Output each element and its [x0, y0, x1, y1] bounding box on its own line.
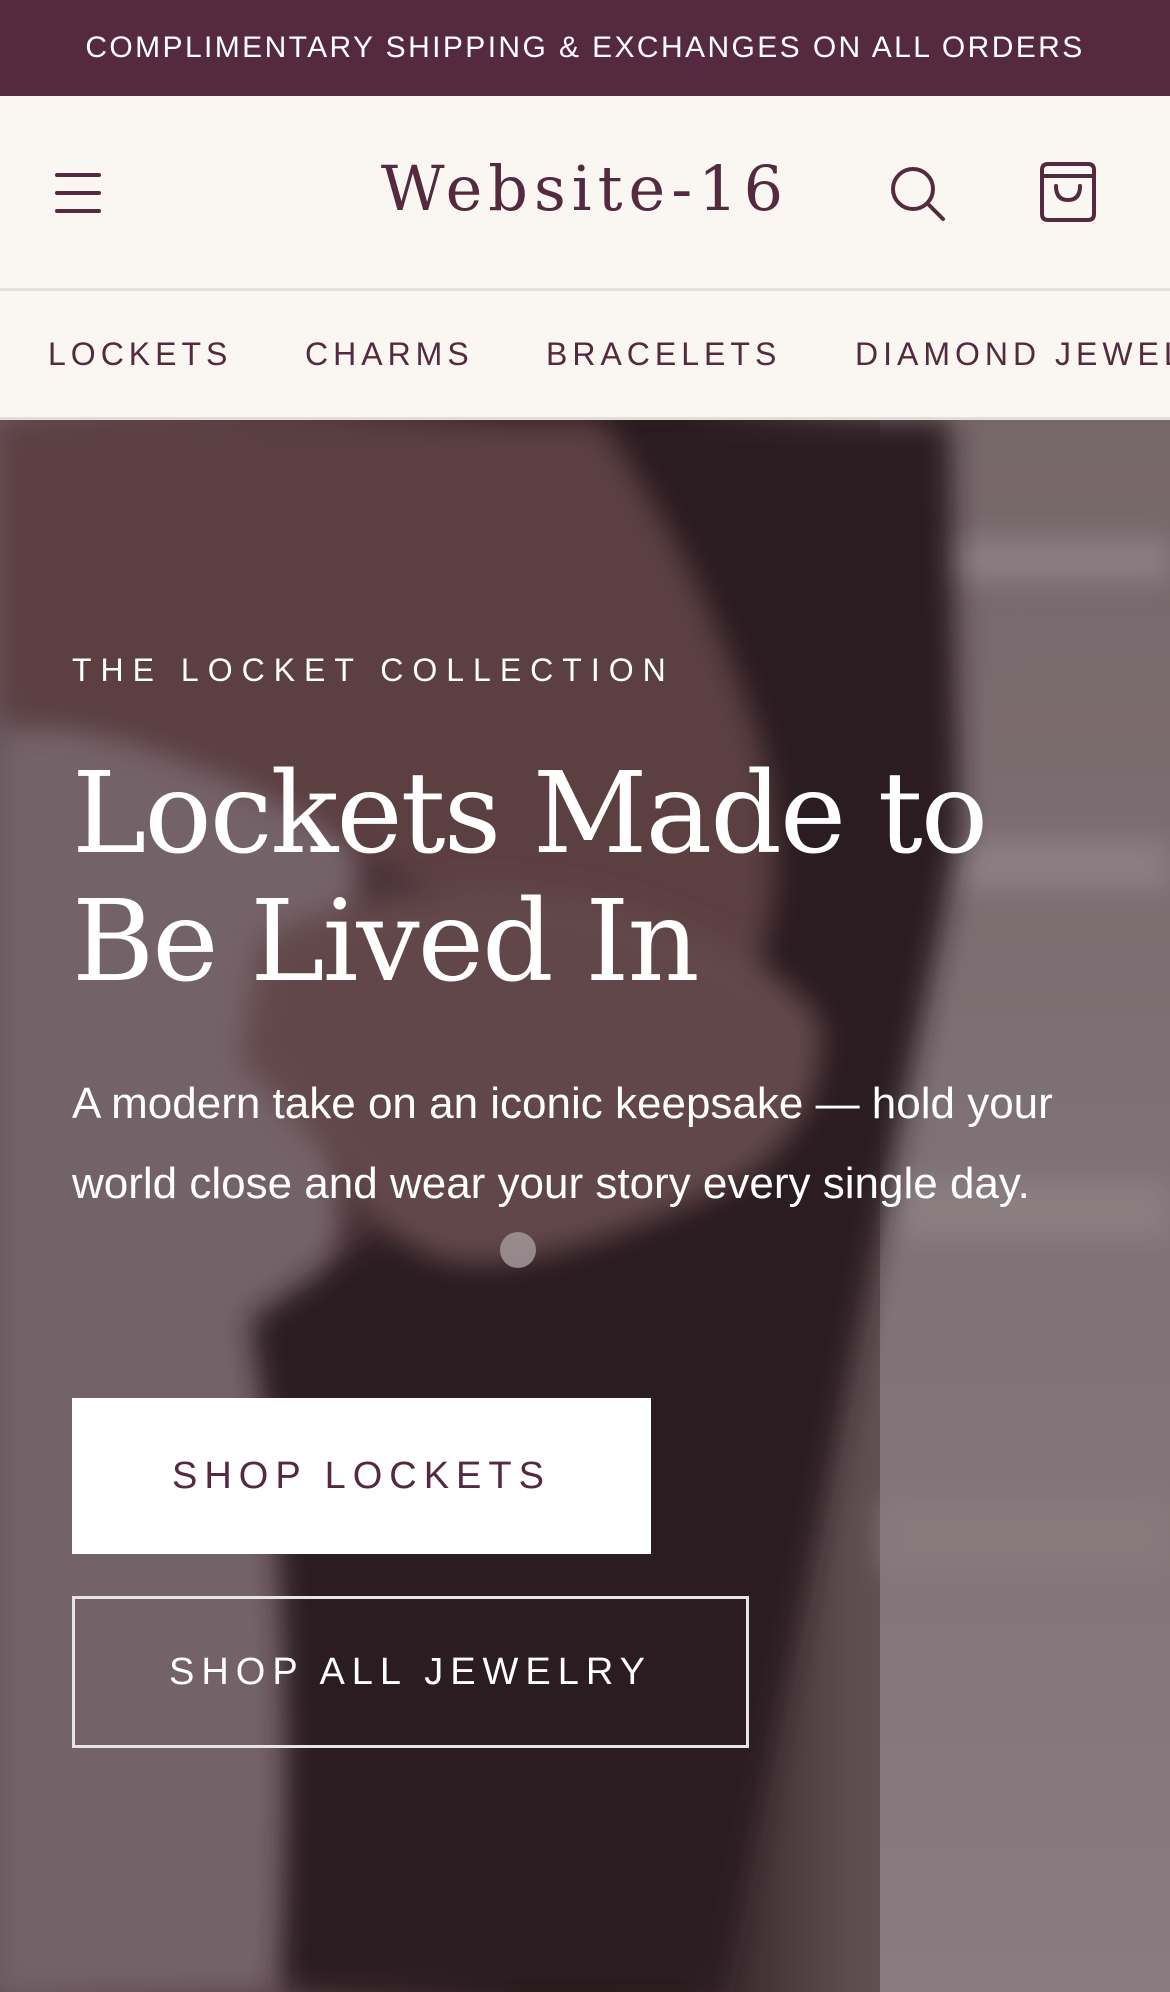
- cart-button[interactable]: [1030, 154, 1106, 230]
- site-header: Website-16: [0, 96, 1170, 288]
- shop-all-jewelry-button[interactable]: SHOP ALL JEWELRY: [72, 1596, 749, 1748]
- hero-banner: THE LOCKET COLLECTION Lockets Made to Be…: [0, 420, 1170, 1992]
- hero-subcopy: A modern take on an iconic keepsake — ho…: [72, 1079, 1053, 1208]
- hero-headline: Lockets Made to Be Lived In: [72, 749, 988, 1007]
- hero-eyebrow: THE LOCKET COLLECTION: [72, 652, 675, 688]
- shop-lockets-button[interactable]: SHOP LOCKETS: [72, 1398, 651, 1554]
- search-icon: [891, 167, 945, 221]
- menu-button[interactable]: [40, 158, 116, 228]
- hamburger-menu-icon: [55, 173, 101, 213]
- category-bracelets[interactable]: BRACELETS: [546, 291, 781, 417]
- shopping-bag-icon: [1040, 162, 1096, 222]
- category-charms[interactable]: CHARMS: [305, 291, 474, 417]
- category-nav: LOCKETS CHARMS BRACELETS DIAMOND JEWELRY: [0, 291, 1170, 417]
- announcement-bar: COMPLIMENTARY SHIPPING & EXCHANGES ON AL…: [0, 0, 1170, 96]
- site-logo[interactable]: Website-16: [360, 146, 810, 230]
- announcement-text: COMPLIMENTARY SHIPPING & EXCHANGES ON AL…: [85, 31, 1085, 64]
- category-lockets[interactable]: LOCKETS: [48, 291, 232, 417]
- category-diamond-jewelry[interactable]: DIAMOND JEWELRY: [855, 291, 1170, 417]
- search-button[interactable]: [880, 156, 956, 232]
